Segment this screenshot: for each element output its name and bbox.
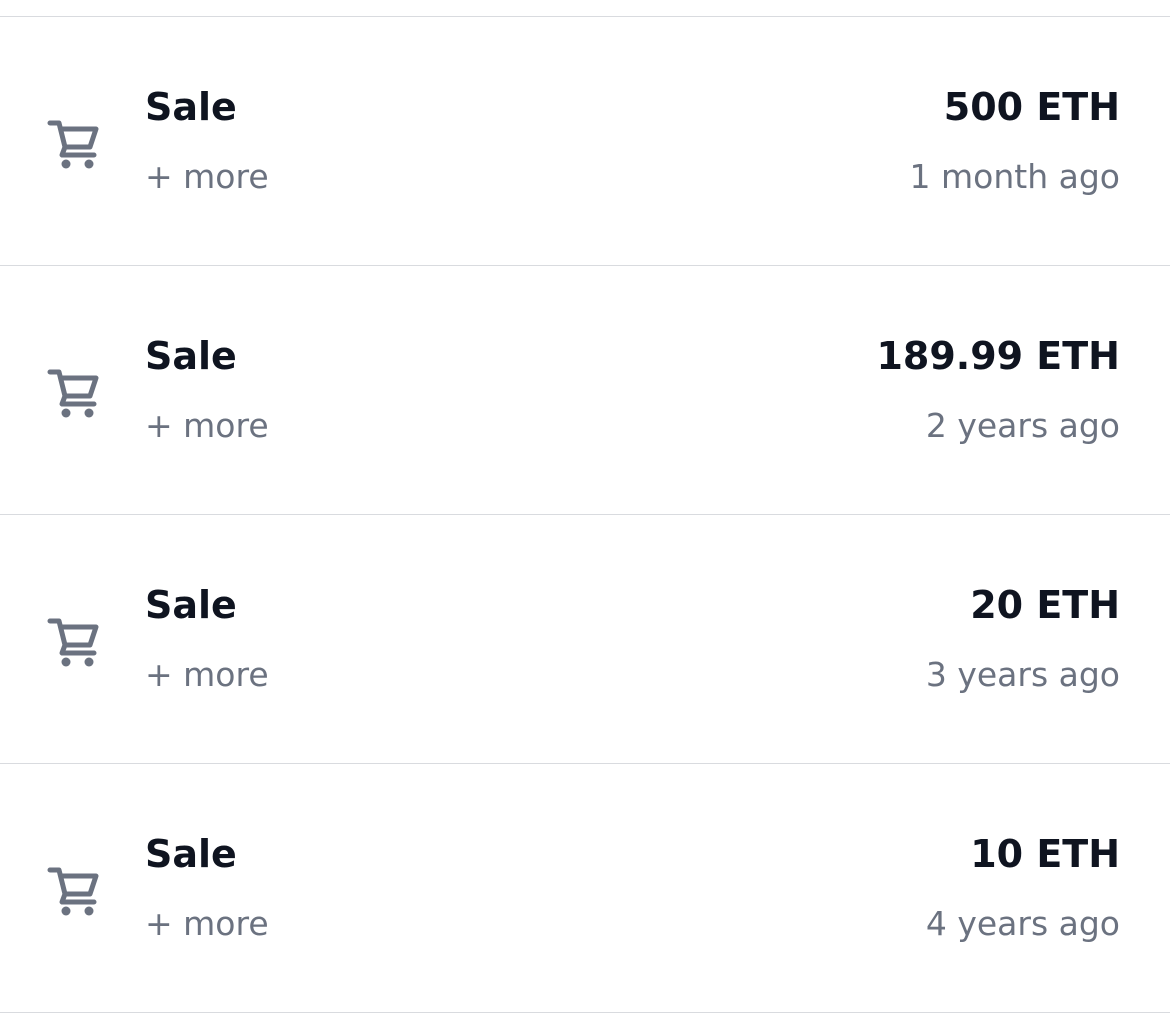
activity-row[interactable]: Sale + more 189.99 ETH 2 years ago — [0, 266, 1170, 515]
activity-list: Sale + more 500 ETH 1 month ago Sale + m… — [0, 16, 1170, 1013]
activity-row[interactable]: Sale + more 20 ETH 3 years ago — [0, 515, 1170, 764]
more-link[interactable]: + more — [145, 902, 269, 946]
timestamp: 3 years ago — [925, 655, 1120, 694]
event-type: Sale — [145, 583, 237, 627]
activity-row[interactable]: Sale + more 10 ETH 4 years ago — [0, 764, 1170, 1013]
activity-row[interactable]: Sale + more 500 ETH 1 month ago — [0, 17, 1170, 266]
more-link[interactable]: + more — [145, 404, 269, 448]
cart-icon — [46, 864, 102, 916]
timestamp: 1 month ago — [909, 157, 1120, 196]
cart-icon — [46, 117, 102, 169]
timestamp: 2 years ago — [925, 406, 1120, 445]
sale-price: 20 ETH — [970, 583, 1120, 627]
event-type: Sale — [145, 832, 237, 876]
sale-price: 500 ETH — [943, 85, 1120, 129]
sale-price: 10 ETH — [970, 832, 1120, 876]
more-link[interactable]: + more — [145, 155, 269, 199]
cart-icon — [46, 615, 102, 667]
event-type: Sale — [145, 334, 237, 378]
event-type: Sale — [145, 85, 237, 129]
sale-price: 189.99 ETH — [876, 334, 1120, 378]
cart-icon — [46, 366, 102, 418]
more-link[interactable]: + more — [145, 653, 269, 697]
timestamp: 4 years ago — [925, 904, 1120, 943]
